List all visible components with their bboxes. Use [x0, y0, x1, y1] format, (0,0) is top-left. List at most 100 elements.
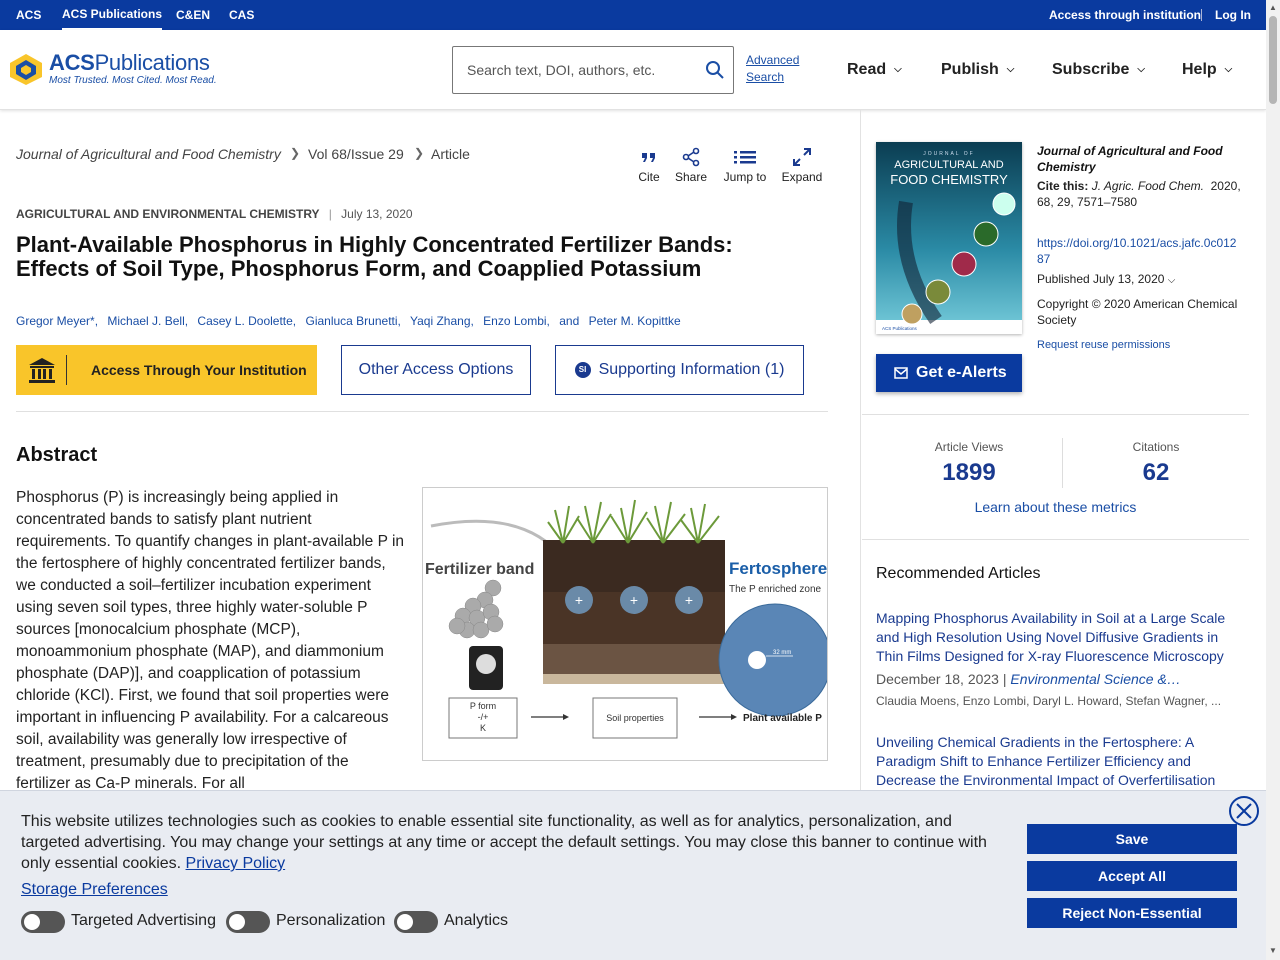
si-icon: SI: [574, 362, 591, 378]
toc-graphic[interactable]: Fertilizer band + + + Fertosphere The P …: [422, 487, 832, 761]
views-label: Article Views: [934, 440, 1004, 454]
nav-subscribe[interactable]: Subscribe ⌵: [1052, 61, 1145, 79]
p-form-label-3: K: [480, 723, 486, 733]
supporting-info-label: Supporting Information (1): [598, 361, 785, 378]
search-icon[interactable]: [705, 60, 725, 80]
breadcrumb-volume[interactable]: Vol 68/Issue 29: [308, 146, 404, 162]
journal-cover[interactable]: JOURNAL OF AGRICULTURAL AND FOOD CHEMIST…: [876, 142, 1022, 334]
toggle-switch[interactable]: [21, 911, 65, 933]
cite-tool[interactable]: Cite: [632, 146, 666, 184]
author-link[interactable]: Casey L. Doolette,: [197, 314, 296, 328]
cover-journal-of: JOURNAL OF: [923, 151, 974, 157]
learn-metrics-link[interactable]: Learn about these metrics: [862, 499, 1249, 515]
toggle-label: Targeted Advertising: [71, 912, 216, 929]
fertosphere-subtitle: The P enriched zone: [729, 584, 822, 595]
reject-non-essential-button[interactable]: Reject Non-Essential: [1027, 898, 1237, 928]
breadcrumb-journal[interactable]: Journal of Agricultural and Food Chemist…: [16, 146, 281, 162]
save-button[interactable]: Save: [1027, 824, 1237, 854]
topbar-link-cen[interactable]: C&EN: [176, 0, 210, 30]
topbar-link-acs[interactable]: ACS: [16, 0, 41, 30]
citations-label: Citations: [1132, 440, 1180, 454]
jump-to-label: Jump to: [723, 170, 767, 184]
recommended-journal-link[interactable]: Environmental Science &…: [1010, 671, 1180, 687]
share-label: Share: [674, 170, 708, 184]
close-banner-button[interactable]: [1229, 796, 1259, 826]
reuse-permissions-link[interactable]: Request reuse permissions: [1037, 339, 1170, 351]
cover-title-2: FOOD CHEMISTRY: [890, 172, 1008, 187]
scrollbar-thumb[interactable]: [1269, 16, 1277, 104]
acs-hexagon-icon: [10, 54, 42, 85]
nav-help[interactable]: Help ⌵: [1182, 61, 1232, 79]
p-form-label: P form: [470, 701, 496, 711]
expand-tool[interactable]: Expand: [780, 146, 824, 184]
close-icon: [1236, 803, 1252, 819]
search-input[interactable]: [467, 60, 697, 80]
accept-all-button[interactable]: Accept All: [1027, 861, 1237, 891]
institution-icon: [29, 358, 55, 383]
advanced-search-link[interactable]: Advanced Search: [746, 52, 799, 86]
toggle-switch[interactable]: [226, 911, 270, 933]
share-tool[interactable]: Share: [672, 146, 710, 184]
login-link[interactable]: Log In: [1215, 0, 1251, 30]
author-link[interactable]: Michael J. Bell,: [107, 314, 188, 328]
divider: [862, 539, 1249, 540]
svg-text:+: +: [685, 592, 693, 608]
expand-icon: [793, 148, 811, 166]
author-link[interactable]: Gregor Meyer*,: [16, 314, 98, 328]
copyright: Copyright © 2020 American Chemical Socie…: [1037, 297, 1238, 327]
page-scrollbar[interactable]: ▲ ▼: [1266, 0, 1280, 960]
published-date[interactable]: Published July 13, 2020 ⌵: [1037, 272, 1175, 286]
supporting-info-button[interactable]: SI Supporting Information (1): [555, 345, 804, 395]
privacy-policy-link[interactable]: Privacy Policy: [186, 855, 286, 872]
article-title: Plant-Available Phosphorus in Highly Con…: [16, 232, 733, 281]
nav-publish[interactable]: Publish ⌵: [941, 61, 1014, 79]
chevron-down-icon: ⌵: [1137, 64, 1145, 75]
recommended-article-authors: Claudia Moens, Enzo Lombi, Daryl L. Howa…: [876, 694, 1222, 708]
p-form-label-2: -/+: [478, 712, 489, 722]
other-access-button[interactable]: Other Access Options: [341, 345, 531, 395]
cover-title-1: AGRICULTURAL AND: [894, 159, 1003, 171]
cite-label: Cite: [638, 170, 660, 184]
chevron-down-icon: ⌵: [1006, 64, 1015, 75]
recommended-article-title[interactable]: Unveiling Chemical Gradients in the Fert…: [876, 733, 1236, 790]
fertilizer-band-label: Fertilizer band: [425, 561, 534, 578]
cite-this: Cite this: J. Agric. Food Chem. 2020, 68…: [1037, 179, 1241, 209]
access-institution-link[interactable]: Access through institution: [1049, 0, 1201, 30]
access-institution-button[interactable]: Access Through Your Institution: [16, 345, 317, 395]
logo-text: ACSPublications: [49, 50, 210, 75]
logo-tagline: Most Trusted. Most Cited. Most Read.: [49, 75, 217, 86]
cookie-banner: This website utilizes technologies such …: [0, 790, 1266, 960]
author-conjunction: and: [559, 314, 580, 328]
scroll-up-icon[interactable]: ▲: [1269, 3, 1277, 12]
chevron-down-icon: ⌵: [1167, 275, 1176, 286]
author-link[interactable]: Peter M. Kopittke: [589, 314, 681, 328]
author-link[interactable]: Gianluca Brunetti,: [305, 314, 400, 328]
chevron-right-icon: ❯: [414, 146, 425, 160]
author-link[interactable]: Yaqi Zhang,: [410, 314, 474, 328]
sidebar-journal-name: Journal of Agricultural and Food Chemist…: [1037, 144, 1223, 174]
article-date: July 13, 2020: [341, 207, 413, 221]
topbar-link-cas[interactable]: CAS: [229, 0, 254, 30]
site-header: ACSPublications Most Trusted. Most Cited…: [0, 30, 1266, 110]
recommended-article-title[interactable]: Mapping Phosphorus Availability in Soil …: [876, 609, 1236, 666]
divider: [16, 411, 828, 412]
button-divider: [66, 355, 67, 385]
recommended-heading: Recommended Articles: [876, 565, 1041, 582]
svg-text:+: +: [630, 592, 638, 608]
scroll-down-icon[interactable]: ▼: [1269, 946, 1277, 955]
storage-preferences-link[interactable]: Storage Preferences: [21, 881, 168, 899]
toggle-switch[interactable]: [394, 911, 438, 933]
doi-link[interactable]: https://doi.org/10.1021/acs.jafc.0c01287: [1037, 235, 1242, 267]
get-e-alerts-button[interactable]: Get e-Alerts: [876, 354, 1022, 392]
envelope-icon: [894, 367, 908, 379]
plant-available-p-label: Plant available P: [743, 713, 822, 724]
author-link[interactable]: Enzo Lombi,: [483, 314, 550, 328]
nav-read[interactable]: Read ⌵: [847, 61, 902, 79]
access-institution-label: Access Through Your Institution: [91, 362, 307, 378]
citations-value: 62: [1142, 459, 1170, 486]
topbar-link-acs-publications[interactable]: ACS Publications: [62, 0, 163, 30]
metric-divider: [1062, 438, 1063, 488]
jump-to-tool[interactable]: Jump to: [720, 146, 770, 184]
topbar-separator: [1201, 9, 1202, 21]
acs-publications-logo[interactable]: ACSPublications Most Trusted. Most Cited…: [8, 50, 218, 90]
